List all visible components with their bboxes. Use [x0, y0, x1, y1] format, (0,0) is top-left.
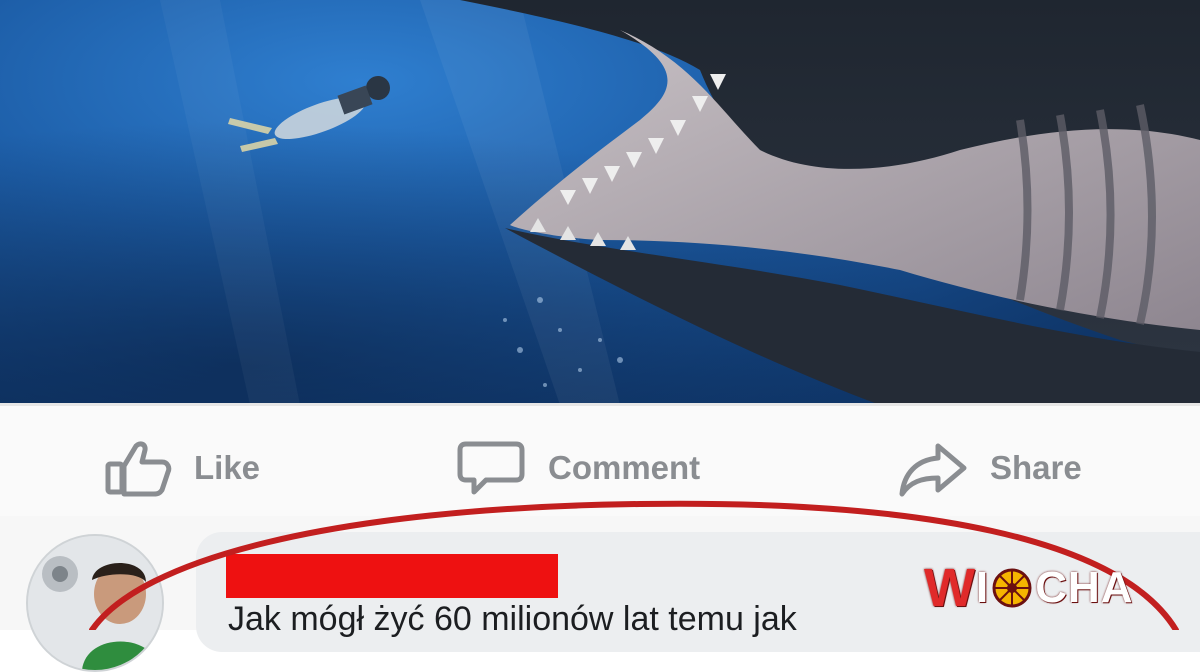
wheel-icon — [992, 568, 1032, 608]
watermark-letter-i: I — [975, 563, 990, 612]
watermark-letter-w: W — [924, 558, 976, 618]
site-watermark-logo: W I CHA — [924, 558, 1134, 618]
highlight-circle — [89, 500, 1179, 630]
watermark-suffix: CHA — [1035, 563, 1134, 612]
